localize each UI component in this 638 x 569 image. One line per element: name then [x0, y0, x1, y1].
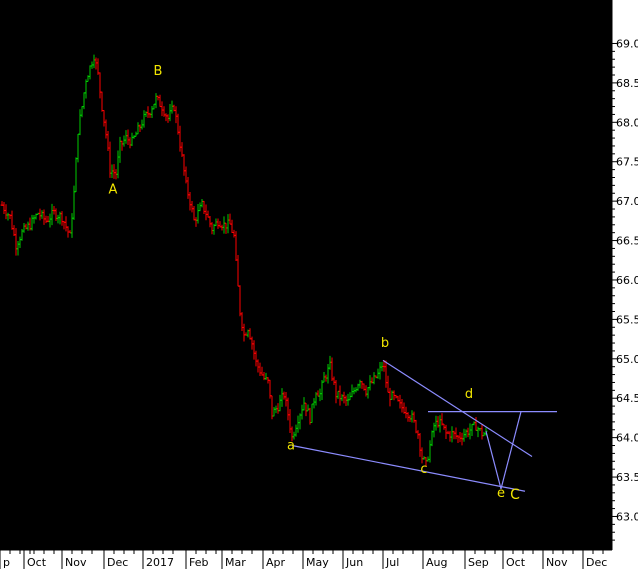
- y-tick-label: 63.0: [616, 510, 638, 523]
- chart-container: 69.0 68.5 68.0 67.5 67.0 66.5 66.0 65.5 65.0 64.5…: [0, 0, 638, 569]
- y-tick-label: 67.5: [616, 156, 638, 169]
- y-tick-label: 64.0: [616, 432, 638, 445]
- y-tick-label: 66.0: [616, 274, 638, 287]
- x-tick-label: Apr: [266, 556, 286, 569]
- y-tick-label: 65.0: [616, 353, 638, 366]
- x-tick-label: Sep: [468, 556, 489, 569]
- y-tick-label: 66.5: [616, 235, 638, 248]
- x-tick-label: 2017: [146, 556, 174, 569]
- x-tick-label: Jun: [345, 556, 363, 569]
- x-tick-label: Aug: [426, 556, 447, 569]
- x-tick-label: Dec: [586, 556, 607, 569]
- wave-label-B: B: [154, 64, 163, 79]
- x-tick-label: p: [3, 556, 10, 569]
- y-tick-label: 67.0: [616, 195, 638, 208]
- x-tick-label: Jul: [385, 556, 399, 569]
- wave-label-d: d: [465, 387, 473, 402]
- x-tick-label: May: [306, 556, 329, 569]
- y-tick-label: 63.5: [616, 471, 638, 484]
- x-tick-label: Oct: [27, 556, 47, 569]
- y-tick-label: 65.5: [616, 313, 638, 326]
- y-tick-label: 69.0: [616, 37, 638, 50]
- wave-label-C: C: [510, 487, 520, 503]
- x-tick-label: Oct: [506, 556, 526, 569]
- x-tick-label: Nov: [546, 556, 568, 569]
- wave-label-e: e: [497, 486, 505, 501]
- wave-label-A: A: [109, 182, 118, 197]
- wave-label-b: b: [381, 336, 389, 351]
- x-tick-label: Dec: [107, 556, 128, 569]
- x-tick-label: Feb: [189, 556, 208, 569]
- x-tick-label: Mar: [225, 556, 246, 569]
- wave-label-c: c: [420, 462, 427, 477]
- y-tick-label: 68.0: [616, 116, 638, 129]
- y-tick-label: 64.5: [616, 392, 638, 405]
- price-chart: 69.0 68.5 68.0 67.5 67.0 66.5 66.0 65.5 65.0 64.5…: [0, 0, 638, 569]
- y-tick-label: 68.5: [616, 77, 638, 90]
- plot-background: [0, 0, 612, 550]
- wave-label-a: a: [287, 438, 295, 453]
- x-tick-label: Nov: [65, 556, 87, 569]
